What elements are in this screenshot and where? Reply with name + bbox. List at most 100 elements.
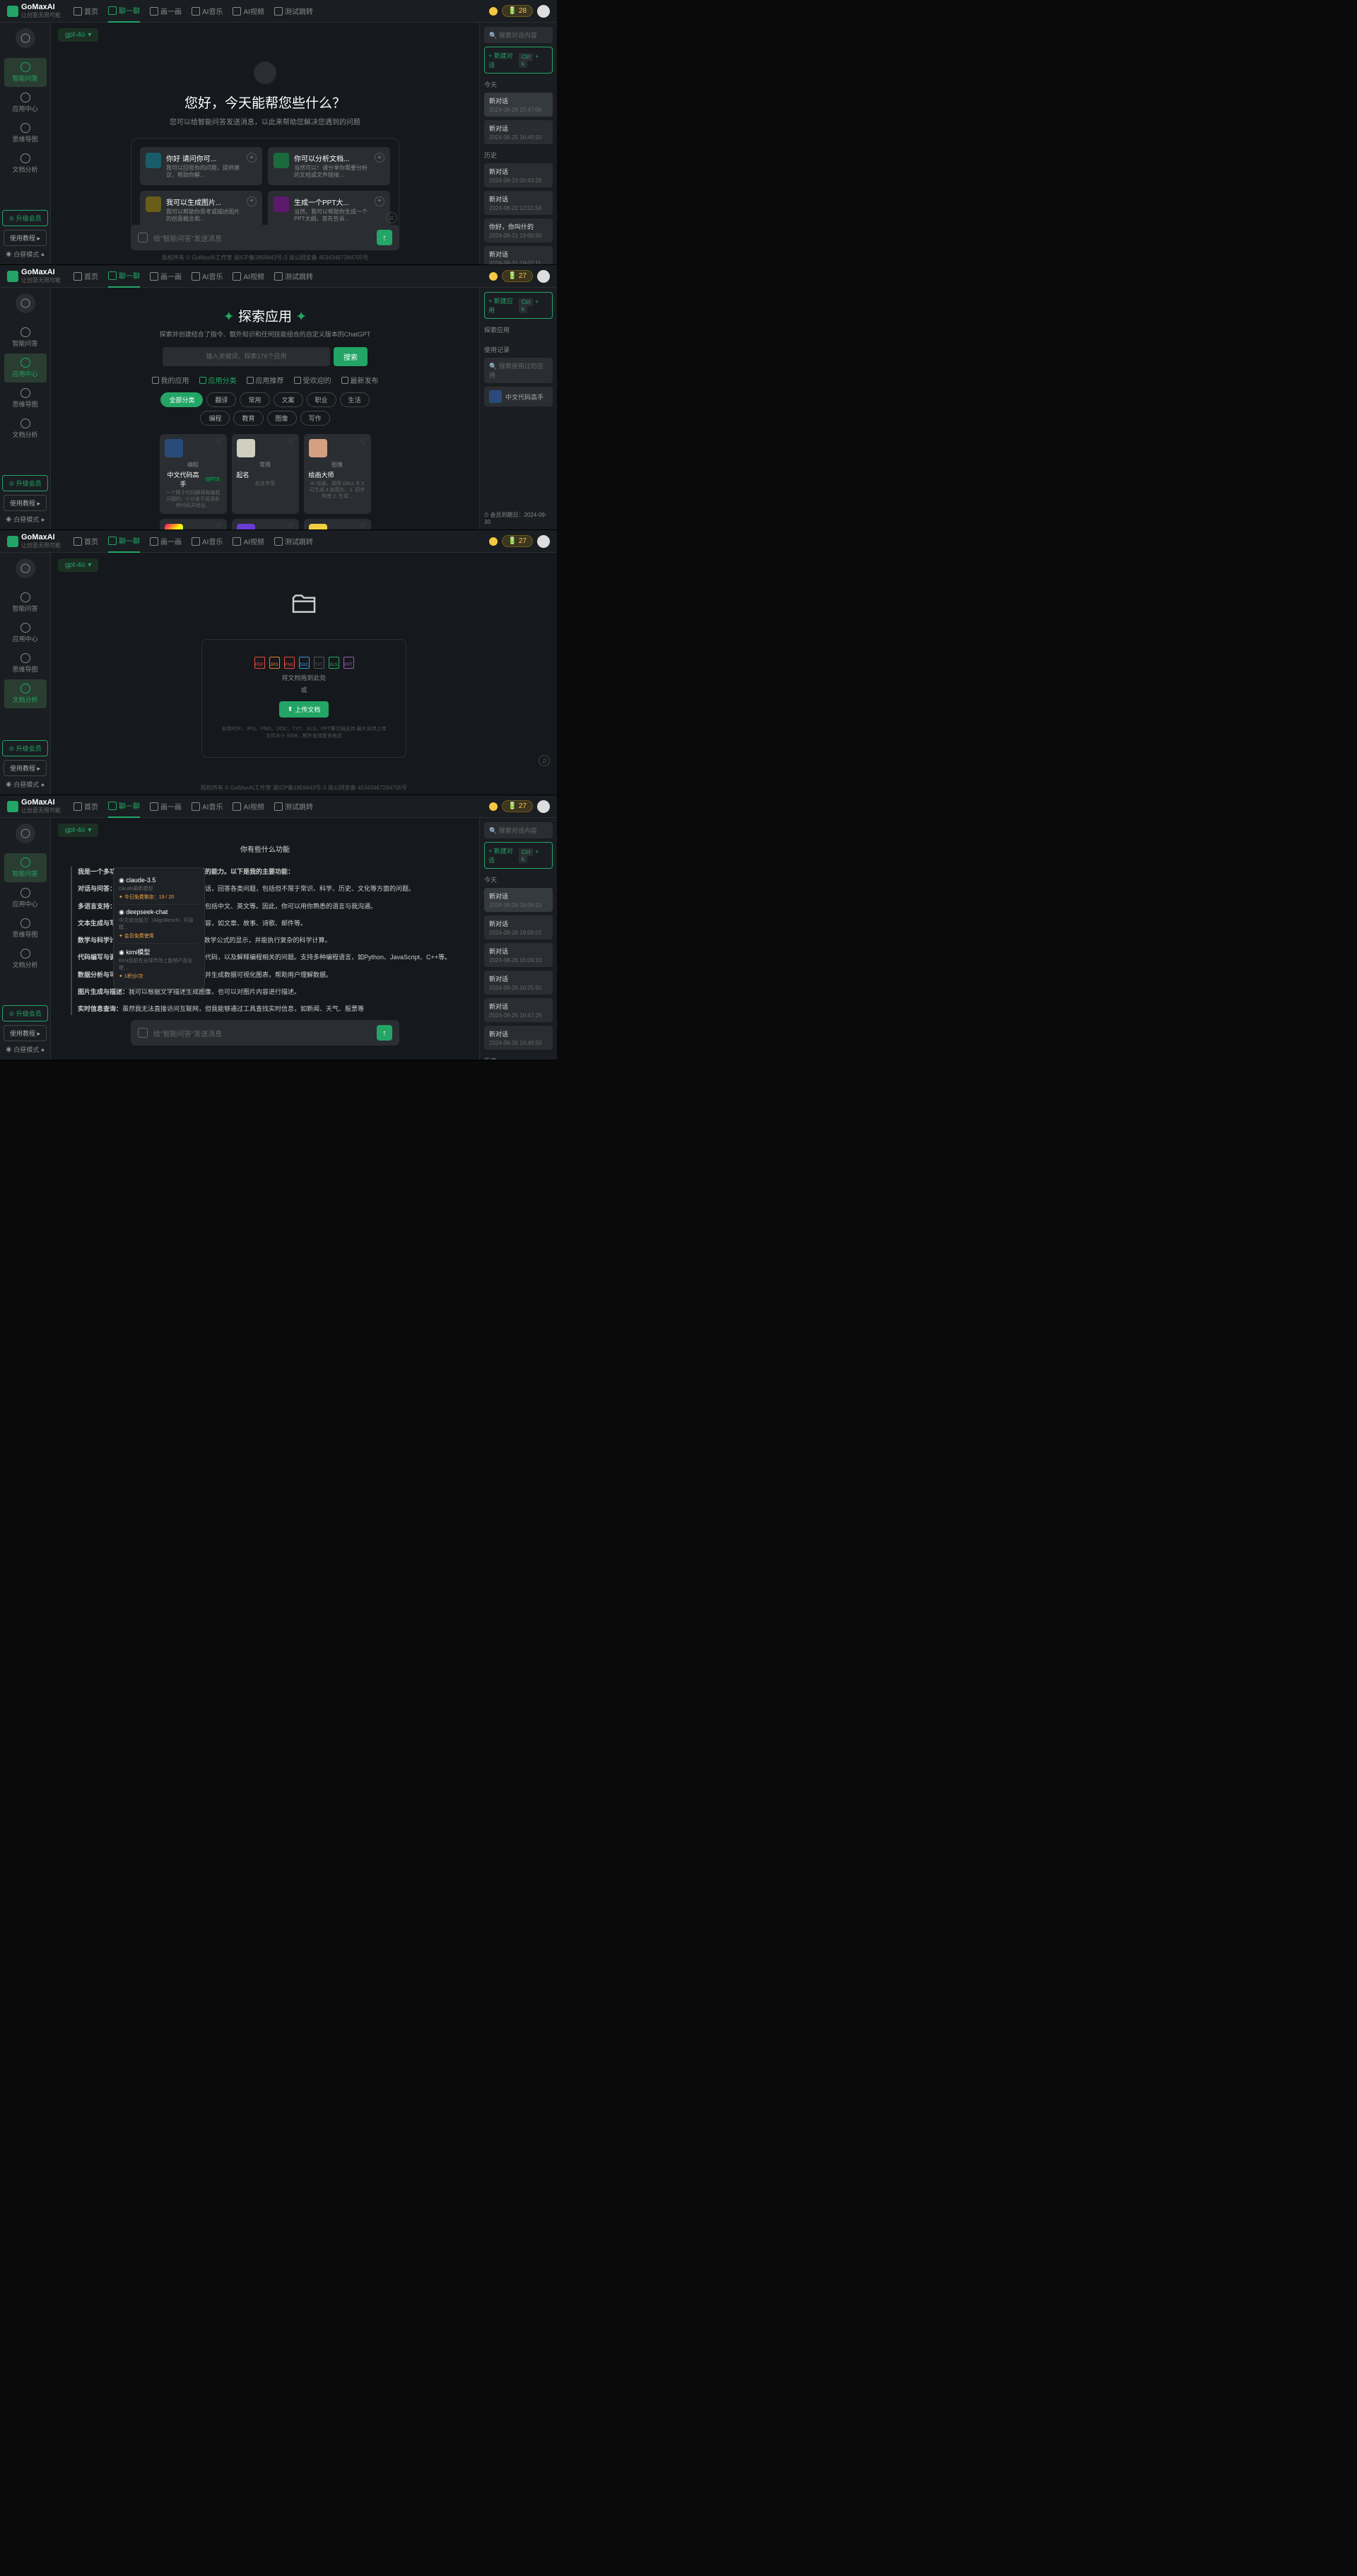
upgrade-button[interactable]: ♔ 升级会员 bbox=[2, 740, 48, 756]
sidebar-logo[interactable] bbox=[16, 28, 35, 48]
avatar[interactable] bbox=[537, 5, 550, 18]
chat-item[interactable]: 新对话2024-08-26 18:06:10 bbox=[484, 888, 553, 912]
sidebar-3[interactable]: 文档分析 bbox=[4, 944, 47, 973]
tab-2[interactable]: 应用推荐 bbox=[247, 375, 284, 385]
chat-item[interactable]: 新对话2024-08-26 16:25:50 bbox=[484, 971, 553, 995]
sidebar-0[interactable]: 智能问答 bbox=[4, 853, 47, 882]
chat-input[interactable]: 给"智能问答"发送消息 ↑ bbox=[131, 225, 399, 250]
model-selector[interactable]: gpt-4o ▾ bbox=[58, 824, 98, 837]
upload-dropzone[interactable]: PDFJPGPNGDOCTXTXLSPPT 将文档拖到此处 或 ⬆ 上传文档 支… bbox=[201, 639, 406, 758]
sidebar-3[interactable]: 文档分析 bbox=[4, 679, 47, 708]
chat-item[interactable]: 新对话2024-08-23 00:43:26 bbox=[484, 163, 553, 187]
tutorial-button[interactable]: 使用教程 ▸ bbox=[4, 495, 47, 511]
nav-5[interactable]: 测试跳转 bbox=[274, 795, 313, 818]
theme-toggle[interactable]: ☀ 白昼模式 ● bbox=[6, 1045, 45, 1054]
sidebar-1[interactable]: 应用中心 bbox=[4, 884, 47, 913]
sidebar-1[interactable]: 应用中心 bbox=[4, 353, 47, 382]
cat-8[interactable]: 图像 bbox=[267, 411, 297, 426]
suggestion-card[interactable]: 我可以生成图片...我可以帮助你思考或描述图片的创意概念和...+ bbox=[140, 191, 262, 229]
search-chats[interactable]: 🔍 搜索对话内容 bbox=[484, 27, 553, 43]
chat-item[interactable]: 新对话2024-08-22 12:01:58 bbox=[484, 191, 553, 215]
model-selector[interactable]: gpt-4o ▾ bbox=[58, 28, 98, 42]
nav-3[interactable]: AI音乐 bbox=[192, 265, 223, 288]
nav-4[interactable]: AI视频 bbox=[233, 265, 264, 288]
nav-1[interactable]: 聊一聊 bbox=[108, 530, 140, 553]
sidebar-logo[interactable] bbox=[16, 293, 35, 313]
app-card[interactable]: ♡编程JavaScriptGPTS我在编程方面，尤其是JS，求精简常用知识代码，… bbox=[304, 519, 371, 530]
headset-icon[interactable]: ♫ bbox=[539, 755, 550, 766]
app-card[interactable]: ♡图像DALL-EGPTS把你的想象变成图片 bbox=[160, 519, 227, 530]
coin-badge[interactable]: 🔋 27 bbox=[502, 270, 533, 282]
model-option[interactable]: ◉ deepseek-chat中文综合能力（AlignBench）开源模...✦… bbox=[119, 905, 199, 944]
app-card[interactable]: ♡编程中文代码高手GPTS一个精于代码解释和编程问题的...十分善于阅读各种代码… bbox=[160, 434, 227, 514]
upload-button[interactable]: ⬆ 上传文档 bbox=[279, 701, 329, 718]
app-card[interactable]: ♡图像绘画大师AI 绘画，调用 DALL-E 3 可生成 4 张图片。1. 初步… bbox=[304, 434, 371, 514]
sidebar-2[interactable]: 思维导图 bbox=[4, 649, 47, 678]
favorite-icon[interactable]: ♡ bbox=[288, 438, 295, 446]
sidebar-2[interactable]: 思维导图 bbox=[4, 119, 47, 148]
new-chat-button[interactable]: + 新建对话Ctrl + k bbox=[484, 842, 553, 869]
coin-badge[interactable]: 🔋 28 bbox=[502, 5, 533, 17]
nav-5[interactable]: 测试跳转 bbox=[274, 0, 313, 23]
sidebar-2[interactable]: 思维导图 bbox=[4, 384, 47, 413]
nav-4[interactable]: AI视频 bbox=[233, 0, 264, 23]
sidebar-logo[interactable] bbox=[16, 824, 35, 843]
favorite-icon[interactable]: ♡ bbox=[360, 438, 367, 446]
cat-1[interactable]: 翻译 bbox=[206, 392, 236, 407]
nav-2[interactable]: 画一画 bbox=[150, 265, 182, 288]
sidebar-1[interactable]: 应用中心 bbox=[4, 619, 47, 648]
sidebar-3[interactable]: 文档分析 bbox=[4, 414, 47, 443]
coin-badge[interactable]: 🔋 27 bbox=[502, 800, 533, 812]
chat-item[interactable]: 新对话2024-08-21 19:07:11 bbox=[484, 246, 553, 264]
avatar[interactable] bbox=[537, 270, 550, 283]
nav-2[interactable]: 画一画 bbox=[150, 795, 182, 818]
cat-6[interactable]: 编程 bbox=[200, 411, 230, 426]
coin-badge[interactable]: 🔋 27 bbox=[502, 535, 533, 547]
explore-search[interactable]: 输入关键词，探索176个应用 bbox=[163, 347, 330, 366]
nav-1[interactable]: 聊一聊 bbox=[108, 265, 140, 288]
sidebar-0[interactable]: 智能问答 bbox=[4, 323, 47, 352]
sidebar-3[interactable]: 文档分析 bbox=[4, 149, 47, 178]
sidebar-logo[interactable] bbox=[16, 558, 35, 578]
sidebar-1[interactable]: 应用中心 bbox=[4, 88, 47, 117]
favorite-icon[interactable]: ♡ bbox=[360, 523, 367, 530]
chat-item[interactable]: 你好，你叫什的2024-08-21 19:09:50 bbox=[484, 218, 553, 242]
chat-item[interactable]: 新对话2024-08-26 16:49:50 bbox=[484, 1026, 553, 1050]
nav-0[interactable]: 首页 bbox=[74, 265, 98, 288]
send-button[interactable]: ↑ bbox=[377, 1025, 392, 1041]
recent-app[interactable]: 中文代码高手 bbox=[484, 387, 553, 406]
search-chats[interactable]: 🔍 搜索对话内容 bbox=[484, 822, 553, 838]
headset-icon[interactable]: ♫ bbox=[386, 212, 397, 223]
nav-2[interactable]: 画一画 bbox=[150, 0, 182, 23]
nav-3[interactable]: AI音乐 bbox=[192, 795, 223, 818]
attach-icon[interactable] bbox=[138, 233, 148, 242]
sidebar-2[interactable]: 思维导图 bbox=[4, 914, 47, 943]
new-chat-button[interactable]: + 新建对话Ctrl + k bbox=[484, 47, 553, 74]
upgrade-button[interactable]: ♔ 升级会员 bbox=[2, 1005, 48, 1021]
theme-toggle[interactable]: ☀ 白昼模式 ● bbox=[6, 780, 45, 789]
nav-5[interactable]: 测试跳转 bbox=[274, 265, 313, 288]
favorite-icon[interactable]: ♡ bbox=[216, 523, 223, 530]
tab-1[interactable]: 应用分类 bbox=[199, 375, 237, 385]
new-app-button[interactable]: + 新建应用Ctrl + k bbox=[484, 292, 553, 319]
cat-5[interactable]: 生活 bbox=[340, 392, 370, 407]
theme-toggle[interactable]: ☀ 白昼模式 ● bbox=[6, 515, 45, 524]
tab-0[interactable]: 我的应用 bbox=[152, 375, 189, 385]
cat-3[interactable]: 文案 bbox=[274, 392, 303, 407]
cat-4[interactable]: 职业 bbox=[307, 392, 336, 407]
model-option[interactable]: ◉ claude-3.5claude最新模型✦ 今日免费剩余：19 / 20 bbox=[119, 873, 199, 905]
send-button[interactable]: ↑ bbox=[377, 230, 392, 245]
suggestion-card[interactable]: 生成一个PPT大...当然，我可以帮助你生成一个PPT大纲。首先告诉...+ bbox=[268, 191, 390, 229]
chat-item[interactable]: 新对话2024-08-26 16:09:10 bbox=[484, 943, 553, 967]
avatar[interactable] bbox=[537, 800, 550, 813]
nav-3[interactable]: AI音乐 bbox=[192, 530, 223, 553]
search-apps[interactable]: 🔍 搜索使用过的应用 bbox=[484, 358, 553, 383]
cat-2[interactable]: 常用 bbox=[240, 392, 269, 407]
favorite-icon[interactable]: ♡ bbox=[216, 438, 223, 446]
attach-icon[interactable] bbox=[138, 1028, 148, 1038]
chat-item[interactable]: 新对话2024-08-26 18:06:01 bbox=[484, 915, 553, 939]
nav-3[interactable]: AI音乐 bbox=[192, 0, 223, 23]
sidebar-0[interactable]: 智能问答 bbox=[4, 588, 47, 617]
tab-4[interactable]: 最新发布 bbox=[341, 375, 379, 385]
app-card[interactable]: ♡图像上传截图生成...GPTS根据上传的图片/原型直接生成网页代码 生成的HT… bbox=[232, 519, 299, 530]
